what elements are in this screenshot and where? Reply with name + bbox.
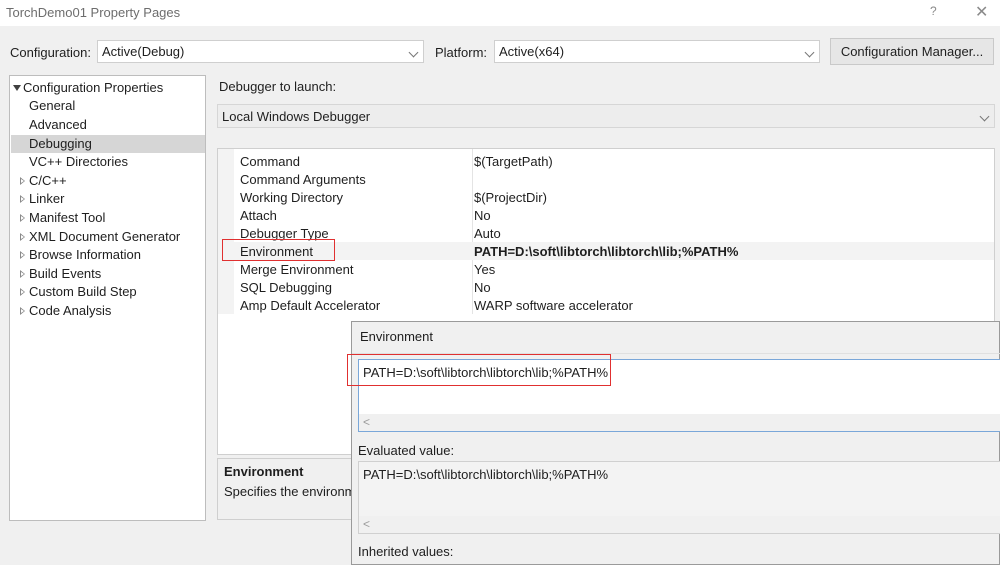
debugger-launch-dropdown[interactable]: Local Windows Debugger bbox=[217, 104, 995, 128]
property-row-working-directory[interactable]: Working Directory $(ProjectDir) bbox=[234, 188, 994, 206]
tree-item-xml-document-generator[interactable]: XML Document Generator bbox=[21, 228, 180, 246]
scroll-left-icon[interactable]: < bbox=[363, 415, 370, 429]
environment-dialog-title: Environment bbox=[360, 329, 433, 344]
platform-dropdown[interactable]: Active(x64) bbox=[494, 40, 820, 63]
help-button[interactable]: ? bbox=[930, 4, 937, 18]
scroll-left-icon[interactable]: < bbox=[363, 517, 370, 531]
collapsed-triangle-icon[interactable] bbox=[21, 214, 26, 222]
chevron-down-icon bbox=[805, 48, 815, 58]
tree-item-custom-build-step[interactable]: Custom Build Step bbox=[21, 283, 137, 301]
evaluated-value-label: Evaluated value: bbox=[358, 443, 454, 458]
tree-item-advanced[interactable]: Advanced bbox=[29, 116, 87, 134]
collapsed-triangle-icon[interactable] bbox=[21, 288, 26, 296]
tree-item-debugging[interactable]: Debugging bbox=[11, 135, 205, 153]
grid-gutter bbox=[218, 149, 234, 314]
description-text: Specifies the environme bbox=[224, 484, 363, 499]
property-row-environment[interactable]: Environment PATH=D:\soft\libtorch\libtor… bbox=[234, 242, 994, 260]
tree-item-browse-information[interactable]: Browse Information bbox=[21, 246, 141, 264]
debugger-launch-label: Debugger to launch: bbox=[219, 79, 336, 94]
property-row-command[interactable]: Command $(TargetPath) bbox=[234, 152, 994, 170]
tree-root-configuration-properties[interactable]: Configuration Properties bbox=[13, 79, 163, 97]
chevron-down-icon bbox=[409, 48, 419, 58]
tree-item-linker[interactable]: Linker bbox=[21, 190, 64, 208]
horizontal-scrollbar[interactable]: < bbox=[359, 414, 1000, 431]
tree-item-manifest-tool[interactable]: Manifest Tool bbox=[21, 209, 105, 227]
property-row-attach[interactable]: Attach No bbox=[234, 206, 994, 224]
debugger-launch-value: Local Windows Debugger bbox=[222, 109, 370, 124]
tree-item-c-cpp[interactable]: C/C++ bbox=[21, 172, 67, 190]
close-icon[interactable]: ✕ bbox=[975, 2, 988, 22]
collapsed-triangle-icon[interactable] bbox=[21, 195, 26, 203]
chevron-down-icon bbox=[980, 112, 990, 122]
collapsed-triangle-icon[interactable] bbox=[21, 307, 26, 315]
tree-item-code-analysis[interactable]: Code Analysis bbox=[21, 302, 111, 320]
configuration-value: Active(Debug) bbox=[102, 44, 184, 59]
collapsed-triangle-icon[interactable] bbox=[21, 270, 26, 278]
collapsed-triangle-icon[interactable] bbox=[21, 233, 26, 241]
tree-item-vc-directories[interactable]: VC++ Directories bbox=[29, 153, 128, 171]
platform-value: Active(x64) bbox=[499, 44, 564, 59]
horizontal-scrollbar[interactable]: < bbox=[359, 516, 1000, 533]
inherited-values-label: Inherited values: bbox=[358, 544, 453, 559]
property-tree: Configuration Properties General Advance… bbox=[9, 75, 206, 521]
evaluated-value-box: PATH=D:\soft\libtorch\libtorch\lib;%PATH… bbox=[358, 461, 1000, 534]
tree-item-build-events[interactable]: Build Events bbox=[21, 265, 101, 283]
tree-item-general[interactable]: General bbox=[29, 97, 75, 115]
environment-highlight-box bbox=[222, 239, 335, 261]
expanded-triangle-icon bbox=[13, 85, 21, 91]
configuration-manager-button[interactable]: Configuration Manager... bbox=[830, 38, 994, 65]
collapsed-triangle-icon[interactable] bbox=[21, 177, 26, 185]
property-row-command-arguments[interactable]: Command Arguments bbox=[234, 170, 994, 188]
collapsed-triangle-icon[interactable] bbox=[21, 251, 26, 259]
property-row-amp-default-accelerator[interactable]: Amp Default Accelerator WARP software ac… bbox=[234, 296, 994, 314]
window-title: TorchDemo01 Property Pages bbox=[6, 5, 180, 20]
configuration-label: Configuration: bbox=[10, 45, 91, 60]
description-title: Environment bbox=[224, 464, 303, 479]
property-row-debugger-type[interactable]: Debugger Type Auto bbox=[234, 224, 994, 242]
platform-label: Platform: bbox=[435, 45, 487, 60]
property-row-sql-debugging[interactable]: SQL Debugging No bbox=[234, 278, 994, 296]
property-row-merge-environment[interactable]: Merge Environment Yes bbox=[234, 260, 994, 278]
title-bar: TorchDemo01 Property Pages ? ✕ bbox=[0, 0, 1000, 26]
evaluated-value-text: PATH=D:\soft\libtorch\libtorch\lib;%PATH… bbox=[363, 467, 608, 482]
environment-value-highlight-box bbox=[347, 354, 611, 386]
configuration-dropdown[interactable]: Active(Debug) bbox=[97, 40, 424, 63]
